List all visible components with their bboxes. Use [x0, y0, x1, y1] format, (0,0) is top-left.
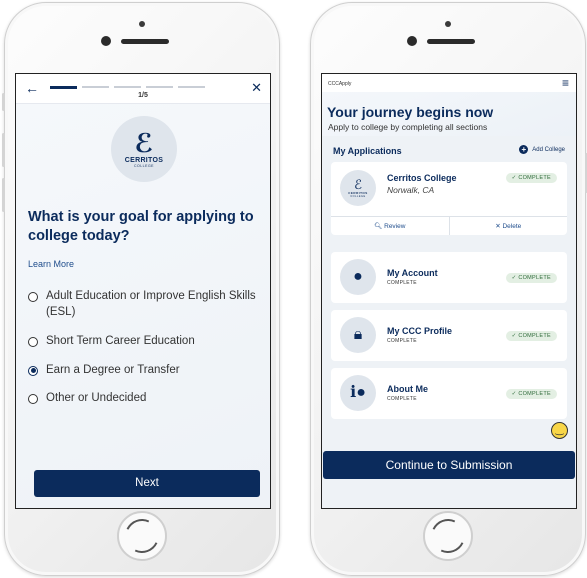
card-subtitle: COMPLETE — [387, 338, 417, 344]
eagle-logo-icon: ℰ — [134, 128, 154, 158]
option-adult-education[interactable]: Adult Education or Improve English Skill… — [28, 289, 262, 321]
option-label: Short Term Career Education — [46, 334, 195, 347]
status-badge: ✓ COMPLETE — [505, 273, 557, 283]
phone-left: ← 1/5 ✕ ℰ CERRITOS COLLEGE What is your … — [2, 2, 280, 576]
applications-panel: My Applications + Add College ℰ CERRITOS… — [322, 136, 576, 508]
logo-subtitle: COLLEGE — [350, 195, 366, 198]
option-degree-transfer[interactable]: Earn a Degree or Transfer — [28, 363, 262, 379]
college-application-card[interactable]: ℰ CERRITOS COLLEGE Cerritos College Norw… — [331, 162, 567, 235]
progress-segment — [82, 86, 109, 88]
progress-header: ← 1/5 ✕ — [16, 74, 270, 104]
review-button[interactable]: 🔍︎ Review — [331, 217, 449, 235]
close-icon[interactable]: ✕ — [251, 80, 262, 96]
college-location: Norwalk, CA — [387, 185, 435, 195]
radio-button[interactable] — [28, 336, 38, 347]
learn-more-link[interactable]: Learn More — [28, 259, 74, 269]
status-badge: ✓ COMPLETE — [505, 389, 557, 399]
option-label: Adult Education or Improve English Skill… — [46, 290, 256, 318]
step-counter: 1/5 — [138, 92, 148, 99]
progress-segment — [114, 86, 141, 88]
option-label: Earn a Degree or Transfer — [46, 363, 180, 376]
add-college-label: Add College — [532, 146, 565, 153]
search-icon: 🔍︎ — [374, 223, 385, 230]
earpiece-speaker — [427, 39, 475, 44]
status-badge: ✓ COMPLETE — [505, 173, 557, 183]
mute-switch — [2, 93, 5, 111]
logo-name: CERRITOS — [124, 157, 164, 164]
next-button[interactable]: Next — [34, 470, 260, 497]
progress-segment — [178, 86, 205, 88]
add-college-button[interactable]: + Add College — [519, 145, 565, 154]
app-name: CCCApply — [328, 81, 352, 87]
person-icon: ● — [353, 268, 363, 285]
camera-icon — [445, 21, 451, 27]
logo-subtitle: COLLEGE — [133, 164, 155, 168]
front-camera-icon — [101, 36, 111, 46]
volume-up-button — [2, 133, 5, 167]
earpiece-speaker — [121, 39, 169, 44]
option-short-term-career[interactable]: Short Term Career Education — [28, 334, 262, 350]
review-label: Review — [384, 223, 406, 230]
eagle-logo-icon: ℰ — [354, 177, 362, 192]
my-account-card[interactable]: ● My Account COMPLETE ✓ COMPLETE — [331, 252, 567, 303]
radio-button[interactable] — [28, 292, 38, 302]
volume-down-button — [2, 178, 5, 212]
radio-button-selected[interactable] — [28, 365, 38, 376]
card-title: My Account — [387, 268, 438, 278]
question-heading: What is your goal for applying to colleg… — [28, 209, 254, 244]
camera-icon — [139, 21, 145, 27]
question-content: ℰ CERRITOS COLLEGE What is your goal for… — [16, 104, 270, 508]
card-title: My CCC Profile — [387, 326, 453, 336]
page-subtitle: Apply to college by completing all secti… — [328, 122, 488, 132]
front-camera-icon — [407, 36, 417, 46]
card-subtitle: COMPLETE — [387, 280, 417, 286]
phone-right: CCCApply ≡ Your journey begins now Apply… — [310, 2, 587, 576]
page-title: Your journey begins now — [327, 104, 494, 120]
home-button — [117, 511, 167, 561]
plus-circle-icon: + — [519, 145, 529, 154]
card-subtitle: COMPLETE — [387, 396, 417, 402]
radio-button[interactable] — [28, 394, 38, 405]
about-me-card[interactable]: ℹ︎● About Me COMPLETE ✓ COMPLETE — [331, 368, 567, 419]
delete-label: Delete — [502, 223, 522, 230]
person-info-icon: ℹ︎● — [350, 384, 366, 401]
app-bar: CCCApply ≡ — [322, 74, 576, 92]
smiley-face-icon[interactable]: ‿ — [551, 422, 568, 439]
my-ccc-profile-card[interactable]: 🔒︎ My CCC Profile COMPLETE ✓ COMPLETE — [331, 310, 567, 361]
person-info-icon-container: ℹ︎● — [340, 375, 376, 411]
progress-indicator — [50, 86, 205, 89]
lock-icon-container: 🔒︎ — [340, 317, 376, 353]
applications-dashboard-screen: CCCApply ≡ Your journey begins now Apply… — [321, 73, 577, 509]
home-button — [423, 511, 473, 561]
college-name: Cerritos College — [387, 173, 457, 183]
progress-segment — [146, 86, 173, 88]
lock-icon: 🔒︎ — [353, 326, 363, 343]
delete-button[interactable]: ✕ Delete — [448, 217, 568, 235]
section-title: My Applications — [333, 146, 402, 156]
card-title: About Me — [387, 384, 428, 394]
option-other-undecided[interactable]: Other or Undecided — [28, 391, 262, 407]
hamburger-menu-icon[interactable]: ≡ — [562, 76, 569, 90]
progress-segment — [50, 86, 77, 89]
continue-to-submission-button[interactable]: Continue to Submission — [323, 451, 575, 479]
option-label: Other or Undecided — [46, 392, 147, 405]
goal-options: Adult Education or Improve English Skill… — [28, 289, 262, 420]
goal-question-screen: ← 1/5 ✕ ℰ CERRITOS COLLEGE What is your … — [15, 73, 271, 509]
status-badge: ✓ COMPLETE — [505, 331, 557, 341]
college-logo: ℰ CERRITOS COLLEGE — [111, 116, 177, 182]
person-icon-container: ● — [340, 259, 376, 295]
card-actions: 🔍︎ Review ✕ Delete — [331, 216, 567, 235]
college-logo: ℰ CERRITOS COLLEGE — [340, 170, 376, 206]
